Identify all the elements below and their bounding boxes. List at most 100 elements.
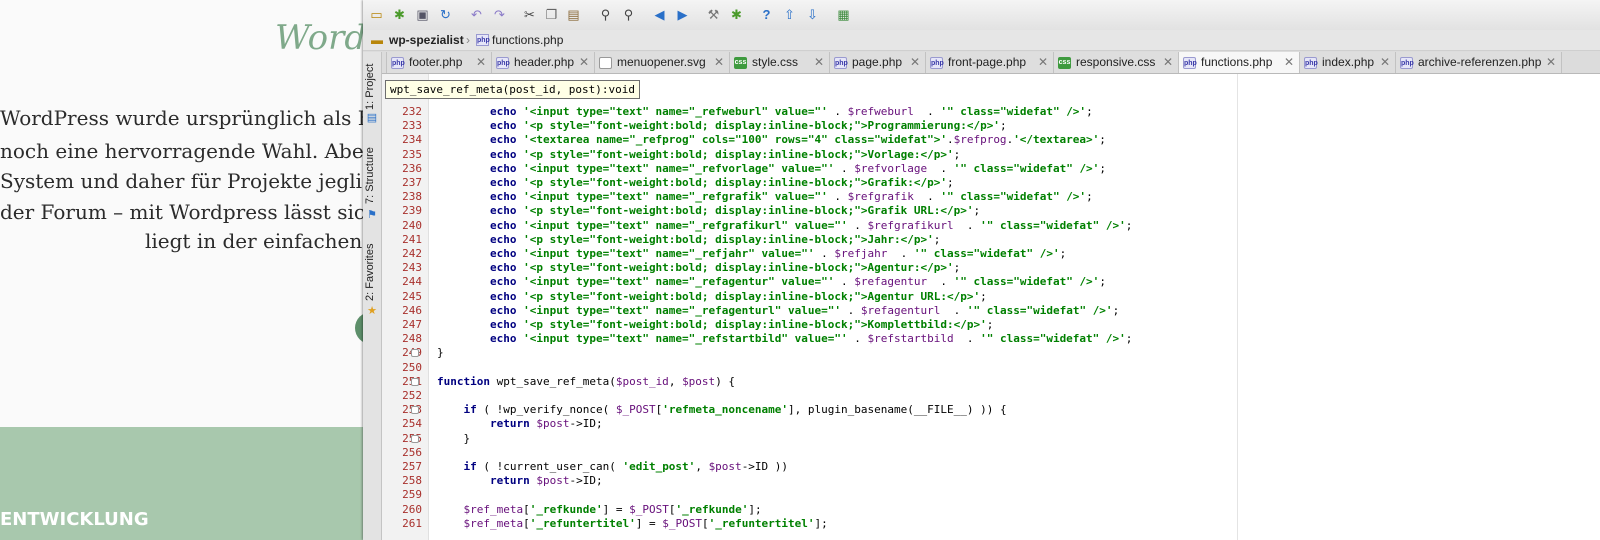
line-number: 233 <box>402 119 422 133</box>
chevron-right-icon: › <box>466 33 470 47</box>
tab-label: style.css <box>752 55 799 69</box>
side-tab-structure[interactable]: 7: Structure <box>364 147 376 204</box>
wrench-icon[interactable]: ⚒ <box>705 6 722 23</box>
line-number: 236 <box>402 161 422 175</box>
code-line[interactable]: echo '<p style="font-weight:bold; displa… <box>437 233 940 247</box>
close-icon[interactable]: ✕ <box>910 52 920 73</box>
paragraph-line: noch eine hervorragende Wahl. Aber es c <box>0 139 420 163</box>
close-icon[interactable]: ✕ <box>579 52 589 73</box>
side-tab-favorites[interactable]: 2: Favorites <box>364 244 376 301</box>
code-line[interactable]: return $post->ID; <box>437 474 603 488</box>
code-line[interactable]: } <box>437 346 444 360</box>
sync-icon[interactable]: ↻ <box>437 6 454 23</box>
help-icon[interactable]: ? <box>758 6 775 23</box>
close-icon[interactable]: ✕ <box>1546 52 1556 73</box>
php-file-icon: php <box>496 57 510 69</box>
site-title[interactable]: Word <box>275 18 366 58</box>
side-tab-project[interactable]: 1: Project <box>364 64 376 110</box>
breadcrumb-project[interactable]: wp-spezialist <box>389 32 464 48</box>
code-line[interactable]: echo '<input type="text" name="_refjahr"… <box>437 247 1066 261</box>
back-icon[interactable]: ◀ <box>651 6 668 23</box>
code-line[interactable]: echo '<input type="text" name="_refagent… <box>437 304 1119 318</box>
code-line[interactable]: $ref_meta['_refkunde'] = $_POST['_refkun… <box>437 503 762 517</box>
debug-icon[interactable]: ✱ <box>728 6 745 23</box>
tab-functions-php[interactable]: php functions.php ✕ <box>1178 52 1300 73</box>
save-icon[interactable]: ▣ <box>414 6 431 23</box>
find-icon[interactable]: ⚲ <box>597 6 614 23</box>
tab-index-php[interactable]: php index.php ✕ <box>1299 52 1396 73</box>
code-line[interactable]: echo '<input type="text" name="_refstart… <box>437 332 1132 346</box>
folder-icon[interactable]: ▭ <box>368 6 385 23</box>
tab-archive-referenzen-php[interactable]: php archive-referenzen.php ✕ <box>1395 52 1562 73</box>
code-line[interactable]: echo '<input type="text" name="_refvorla… <box>437 162 1106 176</box>
code-line[interactable]: echo '<p style="font-weight:bold; displa… <box>437 119 1007 133</box>
php-file-icon: php <box>834 57 848 69</box>
close-icon[interactable]: ✕ <box>476 52 486 73</box>
close-icon[interactable]: ✕ <box>814 52 824 73</box>
tab-label: responsive.css <box>1076 55 1156 69</box>
fold-toggle-icon[interactable] <box>411 434 419 443</box>
replace-icon[interactable]: ⚲ <box>620 6 637 23</box>
code-line[interactable]: return $post->ID; <box>437 417 603 431</box>
right-margin-guide <box>1237 74 1238 540</box>
code-line[interactable]: if ( !wp_verify_nonce( $_POST['refmeta_n… <box>437 403 1007 417</box>
code-line[interactable]: echo '<textarea name="_refprog" cols="10… <box>437 133 1106 147</box>
code-line[interactable]: echo '<input type="text" name="_refagent… <box>437 275 1106 289</box>
tab-responsive-css[interactable]: css responsive.css ✕ <box>1053 52 1179 73</box>
line-number: 248 <box>402 332 422 346</box>
breadcrumb: ▬ wp-spezialist › php functions.php <box>363 30 1600 51</box>
tab-label: page.php <box>852 55 903 69</box>
code-line[interactable]: echo '<input type="text" name="_refgrafi… <box>437 190 1093 204</box>
star-icon: ★ <box>367 305 377 317</box>
tab-menuopener-svg[interactable]: menuopener.svg ✕ <box>594 52 730 73</box>
svg-file-icon <box>599 57 612 69</box>
css-file-icon: css <box>734 57 747 69</box>
code-line[interactable]: echo '<p style="font-weight:bold; displa… <box>437 148 960 162</box>
redo-icon[interactable]: ↷ <box>491 6 508 23</box>
fold-toggle-icon[interactable] <box>411 377 419 386</box>
fold-toggle-icon[interactable] <box>411 349 419 358</box>
tab-header-php[interactable]: php header.php ✕ <box>491 52 595 73</box>
fold-toggle-icon[interactable] <box>411 406 419 415</box>
code-line[interactable]: echo '<p style="font-weight:bold; displa… <box>437 290 987 304</box>
code-editor[interactable]: echo '<input type="text" name="_refwebur… <box>429 74 1600 540</box>
plugin-icon[interactable]: ▦ <box>835 6 852 23</box>
code-line[interactable]: } <box>437 432 470 446</box>
code-line[interactable]: echo '<input type="text" name="_refwebur… <box>437 105 1093 119</box>
close-icon[interactable]: ✕ <box>1284 52 1294 73</box>
upload-icon[interactable]: ⇧ <box>781 6 798 23</box>
tab-style-css[interactable]: css style.css ✕ <box>729 52 830 73</box>
copy-icon[interactable]: ❐ <box>543 6 560 23</box>
line-number: 257 <box>402 460 422 473</box>
code-line[interactable]: echo '<p style="font-weight:bold; displa… <box>437 204 980 218</box>
bug-icon[interactable]: ✱ <box>391 6 408 23</box>
tool-window-strip: 1: Project ▤ 7: Structure ⚑ 2: Favorites… <box>363 52 382 540</box>
paste-icon[interactable]: ▤ <box>565 6 582 23</box>
breadcrumb-file[interactable]: functions.php <box>492 32 563 48</box>
forward-icon[interactable]: ▶ <box>674 6 691 23</box>
tab-label: front-page.php <box>948 55 1027 69</box>
tab-label: index.php <box>1322 55 1375 69</box>
code-line[interactable]: function wpt_save_ref_meta($post_id, $po… <box>437 375 735 389</box>
code-line[interactable]: echo '<p style="font-weight:bold; displa… <box>437 176 954 190</box>
tab-page-php[interactable]: php page.php ✕ <box>829 52 926 73</box>
code-line[interactable]: if ( !current_user_can( 'edit_post', $po… <box>437 460 789 474</box>
close-icon[interactable]: ✕ <box>1163 52 1173 73</box>
close-icon[interactable]: ✕ <box>1380 52 1390 73</box>
php-file-icon: php <box>1400 57 1414 69</box>
code-line[interactable]: $ref_meta['_refuntertitel'] = $_POST['_r… <box>437 517 828 531</box>
line-number: 235 <box>402 147 422 161</box>
cut-icon[interactable]: ✂ <box>521 6 538 23</box>
php-file-icon: php <box>1183 57 1197 69</box>
ide-window: ▭ ✱ ▣ ↻ ↶ ↷ ✂ ❐ ▤ ⚲ ⚲ ◀ ▶ ⚒ ✱ ? ⇧ ⇩ ▦ ▬ … <box>363 0 1600 540</box>
code-line[interactable]: echo '<input type="text" name="_refgrafi… <box>437 219 1132 233</box>
code-line[interactable]: echo '<p style="font-weight:bold; displa… <box>437 318 993 332</box>
code-line[interactable]: echo '<p style="font-weight:bold; displa… <box>437 261 960 275</box>
undo-icon[interactable]: ↶ <box>468 6 485 23</box>
tab-front-page-php[interactable]: php front-page.php ✕ <box>925 52 1054 73</box>
tab-footer-php[interactable]: php footer.php ✕ <box>386 52 492 73</box>
deploy-icon[interactable]: ⇩ <box>804 6 821 23</box>
close-icon[interactable]: ✕ <box>1038 52 1048 73</box>
close-icon[interactable]: ✕ <box>714 52 724 73</box>
line-number: 247 <box>402 318 422 331</box>
